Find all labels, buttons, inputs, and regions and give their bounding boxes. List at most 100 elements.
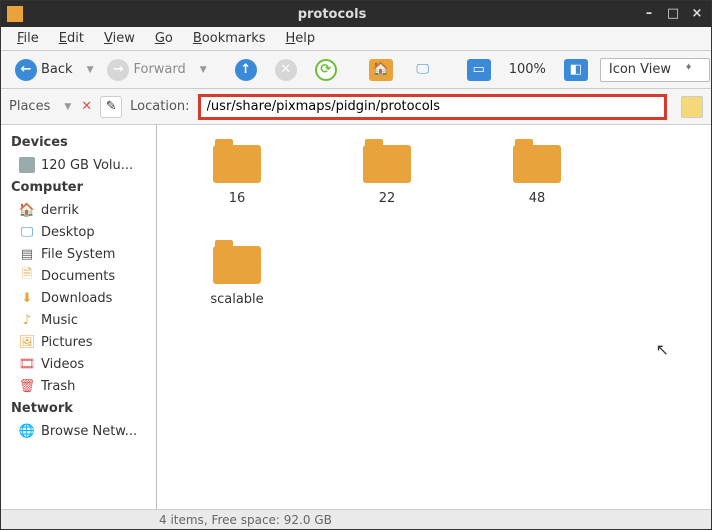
minimize-button[interactable]: – (641, 6, 657, 22)
videos-icon: 🎞 (19, 356, 35, 372)
sidebar-item-volume[interactable]: 120 GB Volu... (1, 154, 156, 176)
pictures-label: Pictures (41, 335, 92, 350)
music-label: Music (41, 313, 78, 328)
home-label: derrik (41, 203, 79, 218)
location-bar: Places ▼ ✕ ✎ Location: (1, 89, 711, 125)
sidebar-item-videos[interactable]: 🎞 Videos (1, 353, 156, 375)
folder-scalable[interactable]: scalable (197, 246, 277, 307)
toolbar: ← Back ▼ → Forward ▼ ↑ ✕ ⟳ 🏠 🖵 ▭ 100% ◧ … (1, 51, 711, 89)
places-close[interactable]: ✕ (81, 99, 92, 114)
menu-help[interactable]: Help (276, 29, 326, 48)
trash-icon: 🗑 (19, 378, 35, 394)
folder-icon (513, 145, 561, 183)
places-label: Places (9, 99, 54, 114)
forward-label: Forward (133, 62, 185, 77)
back-history-dropdown[interactable]: ▼ (85, 65, 96, 75)
reload-button[interactable]: ⟳ (309, 56, 343, 84)
folder-label: scalable (197, 292, 277, 307)
trash-label: Trash (41, 379, 75, 394)
icon-view: 16 22 48 scalable (157, 125, 711, 327)
filesystem-label: File System (41, 247, 115, 262)
documents-icon: 🗎 (19, 268, 35, 284)
folder-icon (213, 246, 261, 284)
titlebar[interactable]: protocols – □ × (1, 1, 711, 27)
places-dropdown[interactable]: ▼ (62, 102, 73, 112)
home-icon: 🏠 (19, 202, 35, 218)
body: Devices 120 GB Volu... Computer 🏠 derrik… (1, 125, 711, 509)
sidebar-item-documents[interactable]: 🗎 Documents (1, 265, 156, 287)
drive-icon: ▤ (19, 246, 35, 262)
network-header: Network (1, 397, 156, 420)
sidebar: Devices 120 GB Volu... Computer 🏠 derrik… (1, 125, 157, 509)
folder-48[interactable]: 48 (497, 145, 577, 206)
menu-view[interactable]: View (94, 29, 145, 48)
back-button[interactable]: ← Back (9, 56, 79, 84)
location-label: Location: (130, 99, 189, 114)
computer-header: Computer (1, 176, 156, 199)
computer-button[interactable]: 🖵 (405, 56, 441, 84)
documents-label: Documents (41, 269, 115, 284)
view-mode-label: Icon View (609, 62, 671, 77)
music-icon: ♪ (19, 312, 35, 328)
folder-22[interactable]: 22 (347, 145, 427, 206)
edit-location-button[interactable]: ✎ (100, 96, 122, 118)
forward-button[interactable]: → Forward (101, 56, 191, 84)
app-icon (7, 6, 23, 22)
view-mode-select[interactable]: Icon View (600, 58, 710, 82)
home-button[interactable]: 🏠 (363, 56, 399, 84)
file-manager-window: protocols – □ × File Edit View Go Bookma… (0, 0, 712, 530)
menu-edit[interactable]: Edit (49, 29, 94, 48)
sidebar-item-music[interactable]: ♪ Music (1, 309, 156, 331)
files-pane[interactable]: 16 22 48 scalable ↖ (157, 125, 711, 509)
zoom-icon: ▭ (467, 59, 491, 81)
videos-label: Videos (41, 357, 84, 372)
back-label: Back (41, 62, 73, 77)
disk-icon (19, 157, 35, 173)
home-icon: 🏠 (369, 59, 393, 81)
sidebar-item-home[interactable]: 🏠 derrik (1, 199, 156, 221)
network-icon: 🌐 (19, 423, 35, 439)
desktop-label: Desktop (41, 225, 95, 240)
back-arrow-icon: ← (15, 59, 37, 81)
stop-button[interactable]: ✕ (269, 56, 303, 84)
pencil-icon: ✎ (106, 99, 117, 114)
folder-icon (363, 145, 411, 183)
maximize-button[interactable]: □ (665, 6, 681, 22)
sidebar-item-network[interactable]: 🌐 Browse Netw... (1, 420, 156, 442)
status-text: 4 items, Free space: 92.0 GB (159, 513, 332, 527)
bookmark-button[interactable] (681, 96, 703, 118)
mouse-cursor: ↖ (656, 340, 669, 359)
folder-label: 16 (197, 191, 277, 206)
up-button[interactable]: ↑ (229, 56, 263, 84)
sidebar-item-desktop[interactable]: 🖵 Desktop (1, 221, 156, 243)
forward-arrow-icon: → (107, 59, 129, 81)
menu-go[interactable]: Go (145, 29, 183, 48)
folder-label: 22 (347, 191, 427, 206)
close-button[interactable]: × (689, 6, 705, 22)
sidebar-item-filesystem[interactable]: ▤ File System (1, 243, 156, 265)
sidebar-item-trash[interactable]: 🗑 Trash (1, 375, 156, 397)
menu-file[interactable]: File (7, 29, 49, 48)
folder-16[interactable]: 16 (197, 145, 277, 206)
forward-history-dropdown[interactable]: ▼ (198, 65, 209, 75)
window-title: protocols (31, 7, 633, 22)
zoom-menu[interactable]: ◧ (558, 56, 594, 84)
menu-bookmarks[interactable]: Bookmarks (183, 29, 276, 48)
menubar: File Edit View Go Bookmarks Help (1, 27, 711, 51)
network-label: Browse Netw... (41, 424, 137, 439)
devices-header: Devices (1, 131, 156, 154)
zoom-menu-icon: ◧ (564, 59, 588, 81)
location-input[interactable] (198, 94, 667, 120)
volume-label: 120 GB Volu... (41, 158, 133, 173)
folder-label: 48 (497, 191, 577, 206)
zoom-level: 100% (503, 62, 552, 77)
up-arrow-icon: ↑ (235, 59, 257, 81)
downloads-label: Downloads (41, 291, 112, 306)
sidebar-item-pictures[interactable]: 🖼 Pictures (1, 331, 156, 353)
monitor-icon: 🖵 (411, 59, 435, 81)
downloads-icon: ⬇ (19, 290, 35, 306)
folder-icon (213, 145, 261, 183)
sidebar-item-downloads[interactable]: ⬇ Downloads (1, 287, 156, 309)
zoom-indicator[interactable]: ▭ (461, 56, 497, 84)
reload-icon: ⟳ (315, 59, 337, 81)
